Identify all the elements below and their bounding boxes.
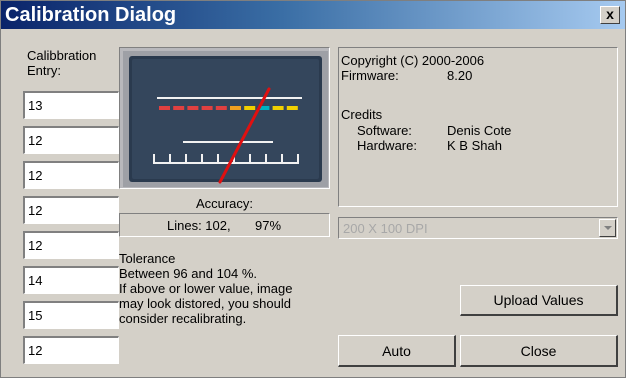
hardware-label: Hardware:: [357, 138, 417, 153]
dpi-selected-value: 200 X 100 DPI: [343, 221, 428, 236]
calibration-meter: [119, 47, 330, 189]
window-title: Calibration Dialog: [5, 4, 177, 26]
accuracy-readout: Lines: 102, 97%: [119, 213, 330, 237]
chevron-down-icon: [604, 226, 612, 230]
accuracy-lines: Lines: 102,: [167, 218, 231, 233]
calibration-entry-5[interactable]: [23, 231, 119, 259]
tolerance-line-4: consider recalibrating.: [119, 311, 247, 326]
close-button[interactable]: Close: [460, 335, 618, 367]
upload-values-button[interactable]: Upload Values: [460, 285, 618, 316]
meter-graphic: [123, 51, 328, 187]
entry-label-line2: Entry:: [27, 63, 61, 78]
meter-led: [272, 106, 284, 110]
copyright-text: Copyright (C) 2000-2006: [341, 53, 485, 68]
tolerance-line-3: may look distored, you should: [119, 296, 291, 311]
calibration-entry-1[interactable]: [23, 91, 119, 119]
firmware-value: 8.20: [447, 68, 473, 83]
dpi-dropdown[interactable]: 200 X 100 DPI: [338, 217, 618, 239]
hardware-value: K B Shah: [447, 138, 502, 153]
meter-led: [159, 106, 170, 110]
accuracy-percent: 97%: [255, 218, 282, 233]
info-panel: Copyright (C) 2000-2006 Firmware: 8.20 C…: [338, 47, 618, 207]
auto-button[interactable]: Auto: [338, 335, 456, 367]
software-label: Software:: [357, 123, 412, 138]
calibration-entry-8[interactable]: [23, 336, 119, 364]
tolerance-line-1: Between 96 and 104 %.: [119, 266, 258, 281]
tolerance-line-2: If above or lower value, image: [119, 281, 293, 296]
software-value: Denis Cote: [447, 123, 512, 138]
close-window-button[interactable]: x: [600, 6, 620, 24]
meter-led: [244, 106, 256, 110]
calibration-entry-4[interactable]: [23, 196, 119, 224]
meter-led: [201, 106, 213, 110]
title-bar[interactable]: Calibration Dialog x: [1, 1, 625, 29]
entry-label-line1: Calibbration: [27, 48, 97, 63]
calibration-dialog: Calibration Dialog x Calibbration Entry:…: [0, 0, 626, 378]
meter-led: [215, 106, 227, 110]
calibration-entry-3[interactable]: [23, 161, 119, 189]
credits-label: Credits: [341, 107, 383, 122]
tolerance-heading: Tolerance: [119, 251, 176, 266]
meter-led: [286, 106, 298, 110]
calibration-entry-2[interactable]: [23, 126, 119, 154]
calibration-entry-7[interactable]: [23, 301, 119, 329]
meter-led: [187, 106, 199, 110]
calibration-entry-6[interactable]: [23, 266, 119, 294]
firmware-label: Firmware:: [341, 68, 399, 83]
meter-led: [230, 106, 241, 110]
dropdown-arrow-button[interactable]: [599, 219, 616, 237]
meter-led: [173, 106, 185, 110]
accuracy-label: Accuracy:: [195, 196, 254, 211]
